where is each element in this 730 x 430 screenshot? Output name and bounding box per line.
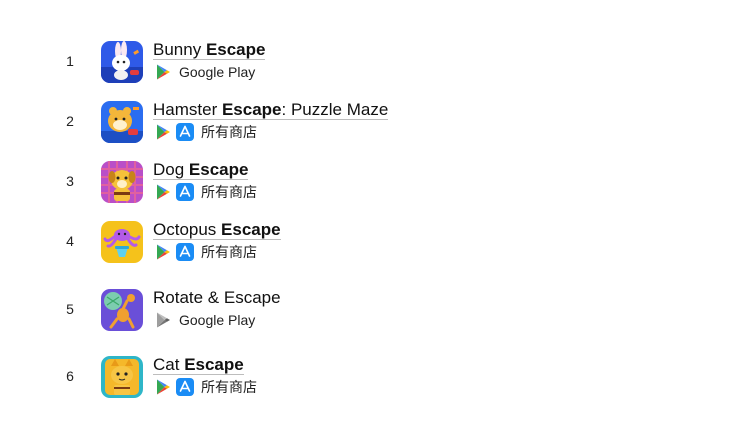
app-title[interactable]: Rotate & Escape xyxy=(153,288,281,308)
store-label: 所有商店 xyxy=(201,124,257,140)
hamster-escape-icon[interactable] xyxy=(101,101,143,143)
app-title[interactable]: Dog Escape xyxy=(153,160,249,180)
app-row[interactable]: 2 Hamster Escape: Puzzle Maze 所有商店 xyxy=(0,100,730,145)
store-label: Google Play xyxy=(179,64,256,80)
store-label: Google Play xyxy=(179,312,256,328)
store-list: 所有商店 xyxy=(154,377,257,397)
app-title[interactable]: Bunny Escape xyxy=(153,40,266,60)
google-play-icon xyxy=(154,183,172,201)
google-play-icon xyxy=(154,63,172,81)
bunny-escape-icon[interactable] xyxy=(101,41,143,83)
google-play-icon xyxy=(154,123,172,141)
title-keyword: Escape xyxy=(184,355,244,374)
title-prefix: Hamster xyxy=(153,100,222,119)
store-list: Google Play xyxy=(154,310,255,330)
rank-number: 5 xyxy=(66,301,74,317)
store-list: 所有商店 xyxy=(154,182,257,202)
title-prefix: Dog xyxy=(153,160,189,179)
store-label: 所有商店 xyxy=(201,379,257,395)
app-store-icon xyxy=(176,123,194,141)
title-keyword: Escape xyxy=(221,220,281,239)
title-keyword: Escape xyxy=(221,100,282,119)
store-list: 所有商店 xyxy=(154,242,257,262)
dog-escape-icon[interactable] xyxy=(101,161,143,203)
app-store-icon xyxy=(176,183,194,201)
title-keyword: Escape xyxy=(188,160,249,179)
store-list: 所有商店 xyxy=(154,122,257,142)
store-list: Google Play xyxy=(154,62,255,82)
google-play-icon xyxy=(154,311,172,329)
app-row[interactable]: 1 Bunny Escape Google Play xyxy=(0,40,730,85)
octopus-escape-icon[interactable] xyxy=(101,221,143,263)
google-play-icon xyxy=(154,378,172,396)
rank-number: 3 xyxy=(66,173,74,189)
app-title[interactable]: Octopus Escape xyxy=(153,220,281,240)
store-label: 所有商店 xyxy=(201,244,257,260)
app-row[interactable]: 4 Octopus Escape 所有商店 xyxy=(0,220,730,265)
rank-number: 2 xyxy=(66,113,74,129)
google-play-icon xyxy=(154,243,172,261)
title-suffix: : Puzzle Maze xyxy=(281,100,389,119)
title-prefix: Rotate & Escape xyxy=(153,288,281,307)
store-label: 所有商店 xyxy=(201,184,257,200)
rotate-escape-icon[interactable] xyxy=(101,289,143,331)
app-row[interactable]: 5 Rotate & Escape Google Play xyxy=(0,288,730,333)
cat-escape-icon[interactable] xyxy=(101,356,143,398)
app-title[interactable]: Hamster Escape: Puzzle Maze xyxy=(153,100,389,120)
app-row[interactable]: 3 Dog Escape 所有商店 xyxy=(0,160,730,205)
rank-number: 6 xyxy=(66,368,74,384)
rank-number: 1 xyxy=(66,53,74,69)
app-row[interactable]: 6 Cat Escape 所有商店 xyxy=(0,355,730,400)
rank-number: 4 xyxy=(66,233,74,249)
title-prefix: Cat xyxy=(153,355,185,374)
title-prefix: Bunny xyxy=(153,40,206,59)
app-store-icon xyxy=(176,243,194,261)
title-prefix: Octopus xyxy=(153,220,222,239)
app-store-icon xyxy=(176,378,194,396)
app-title[interactable]: Cat Escape xyxy=(153,355,244,375)
title-keyword: Escape xyxy=(205,40,266,59)
